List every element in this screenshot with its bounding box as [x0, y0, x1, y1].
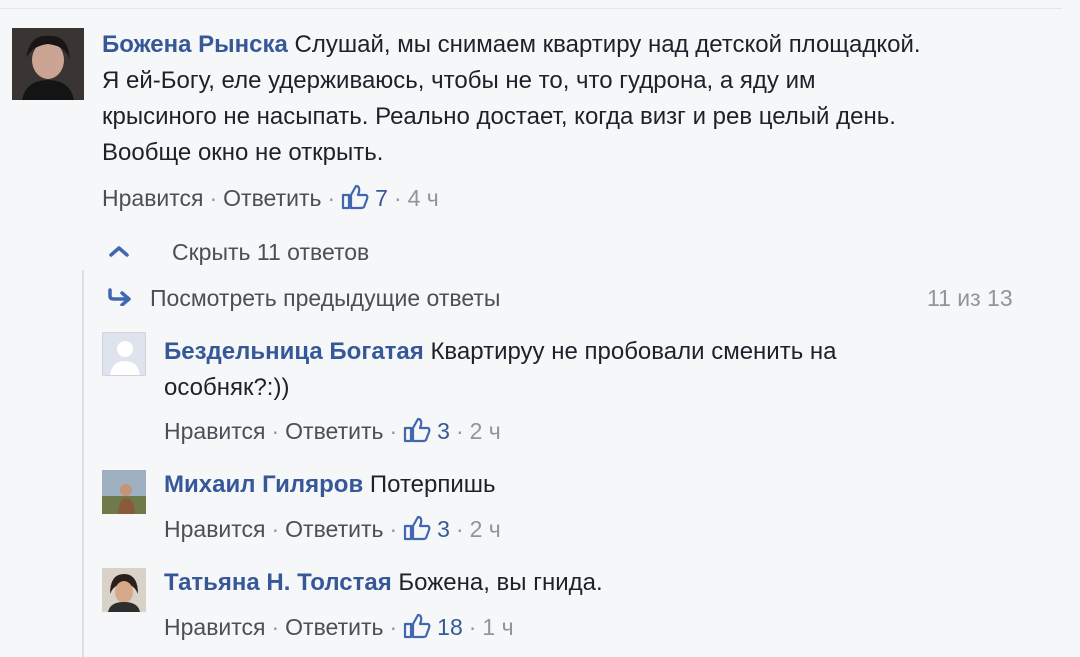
- avatar-mikhail[interactable]: [102, 470, 146, 514]
- thumbs-up-icon: [404, 515, 431, 541]
- separator-dot: ·: [271, 516, 280, 542]
- comment-text-line: крысиного не насыпать. Реально достает, …: [102, 103, 896, 130]
- timestamp[interactable]: 1 ч: [482, 614, 513, 640]
- reply-link[interactable]: Ответить: [285, 516, 383, 542]
- reply-link[interactable]: Ответить: [285, 614, 383, 640]
- thumbs-up-icon: [404, 613, 431, 639]
- like-count-value: 3: [437, 418, 450, 444]
- reply-author-link[interactable]: Татьяна Н. Толстая: [164, 569, 392, 596]
- thumbs-up-icon: [404, 417, 431, 443]
- comment-text-line: Вообще окно не открыть.: [102, 139, 384, 166]
- reply-1-body: Бездельница Богатая Квартируу не пробова…: [164, 334, 964, 406]
- like-link[interactable]: Нравится: [164, 516, 266, 542]
- main-comment-body: Божена Рынска Слушай, мы снимаем квартир…: [102, 27, 1062, 171]
- main-comment-actions: Нравится · Ответить · 7 · 4 ч: [102, 184, 439, 212]
- reply-link[interactable]: Ответить: [285, 418, 383, 444]
- comment-author-link[interactable]: Божена Рынска: [102, 31, 288, 58]
- reply-2-body: Михаил Гиляров Потерпишь: [164, 467, 964, 503]
- separator-dot: ·: [327, 185, 336, 211]
- separator-dot: ·: [468, 614, 477, 640]
- separator-dot: ·: [455, 516, 464, 542]
- reply-text-line: особняк?:)): [164, 374, 290, 401]
- avatar-image: [12, 28, 84, 100]
- separator-dot: ·: [393, 185, 402, 211]
- separator-dot: ·: [389, 418, 398, 444]
- like-count-value: 18: [437, 614, 463, 640]
- reply-text: Божена, вы гнида.: [398, 569, 603, 596]
- like-count[interactable]: 7: [341, 184, 388, 211]
- like-count-value: 7: [375, 185, 388, 211]
- reply-1-actions: Нравится · Ответить · 3 · 2 ч: [164, 417, 501, 445]
- avatar-tatyana[interactable]: [102, 568, 146, 612]
- comment-text-line: Я ей-Богу, еле удерживаюсь, чтобы не то,…: [102, 67, 816, 94]
- separator-dot: ·: [455, 418, 464, 444]
- default-avatar-icon: [110, 341, 140, 375]
- avatar-image: [102, 470, 146, 514]
- chevron-up-icon[interactable]: [108, 244, 130, 258]
- timestamp[interactable]: 2 ч: [470, 516, 501, 542]
- like-count[interactable]: 3: [403, 417, 450, 444]
- like-count[interactable]: 18: [403, 613, 463, 640]
- avatar-bezdelnitsa[interactable]: [102, 332, 146, 376]
- reply-author-link[interactable]: Михаил Гиляров: [164, 471, 363, 498]
- top-divider: [0, 8, 1062, 9]
- reply-2-actions: Нравится · Ответить · 3 · 2 ч: [164, 515, 501, 543]
- thread-line: [82, 270, 84, 657]
- separator-dot: ·: [209, 185, 218, 211]
- reply-link[interactable]: Ответить: [223, 185, 321, 211]
- avatar-bozhena[interactable]: [12, 28, 84, 100]
- like-link[interactable]: Нравится: [102, 185, 204, 211]
- reply-3-actions: Нравится · Ответить · 18 · 1 ч: [164, 613, 514, 641]
- reply-arrow-icon[interactable]: [107, 288, 133, 306]
- reply-text: Потерпишь: [369, 471, 496, 498]
- reply-author-link[interactable]: Бездельница Богатая: [164, 338, 424, 365]
- separator-dot: ·: [271, 614, 280, 640]
- timestamp[interactable]: 4 ч: [408, 185, 439, 211]
- like-link[interactable]: Нравится: [164, 418, 266, 444]
- replies-counter: 11 из 13: [927, 285, 1013, 311]
- like-count[interactable]: 3: [403, 515, 450, 542]
- separator-dot: ·: [389, 516, 398, 542]
- view-previous-replies-link[interactable]: Посмотреть предыдущие ответы: [150, 284, 500, 312]
- comment-text-line: Слушай, мы снимаем квартиру над детской …: [294, 31, 921, 58]
- like-link[interactable]: Нравится: [164, 614, 266, 640]
- avatar-image: [102, 568, 146, 612]
- hide-replies-link[interactable]: Скрыть 11 ответов: [172, 238, 369, 266]
- like-count-value: 3: [437, 516, 450, 542]
- separator-dot: ·: [389, 614, 398, 640]
- timestamp[interactable]: 2 ч: [470, 418, 501, 444]
- reply-3-body: Татьяна Н. Толстая Божена, вы гнида.: [164, 565, 964, 601]
- reply-text-line: Квартируу не пробовали сменить на: [430, 338, 837, 365]
- separator-dot: ·: [271, 418, 280, 444]
- thumbs-up-icon: [342, 184, 369, 210]
